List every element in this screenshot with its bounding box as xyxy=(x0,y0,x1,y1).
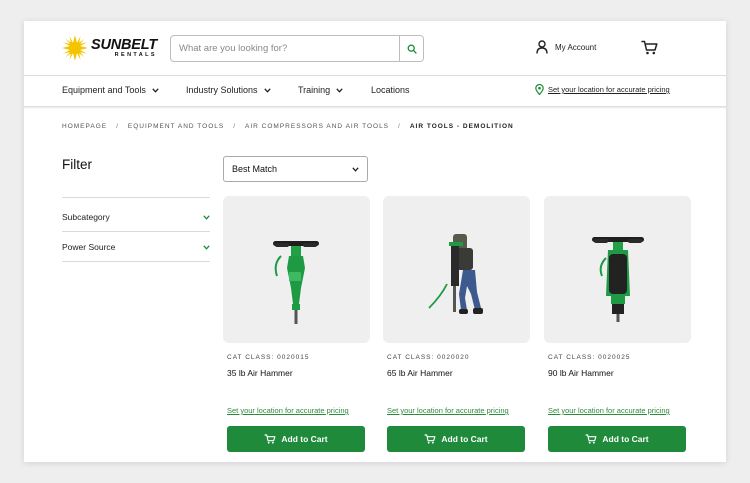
add-to-cart-button[interactable]: Add to Cart xyxy=(227,426,365,452)
product-image-35lb-air-hammer[interactable] xyxy=(223,196,370,343)
brand-sub: RENTALS xyxy=(114,52,157,58)
air-hammer-operator-illustration xyxy=(428,234,483,314)
product-card[interactable]: CAT CLASS: 0020025 90 lb Air Hammer Set … xyxy=(544,196,691,452)
air-hammer-illustration xyxy=(592,237,644,322)
nav-equipment-and-tools[interactable]: Equipment and Tools xyxy=(62,85,159,95)
set-location-pricing-link[interactable]: Set your location for accurate pricing xyxy=(387,406,509,415)
chevron-down-icon xyxy=(336,87,343,93)
chevron-down-icon xyxy=(263,87,271,93)
breadcrumb-separator: / xyxy=(398,123,401,130)
set-location-label: Set your location for accurate pricing xyxy=(548,85,670,94)
breadcrumb: HOMEPAGE / EQUIPMENT AND TOOLS / AIR COM… xyxy=(62,123,514,130)
cart-icon xyxy=(641,40,658,55)
chevron-down-icon xyxy=(203,214,210,220)
search-icon xyxy=(407,44,417,54)
breadcrumb-air-compressors[interactable]: AIR COMPRESSORS AND AIR TOOLS xyxy=(245,123,389,130)
filter-power-source[interactable]: Power Source xyxy=(62,242,210,252)
nav-label: Training xyxy=(298,85,331,95)
cart-button[interactable] xyxy=(641,40,658,60)
breadcrumb-separator: / xyxy=(233,123,237,130)
add-to-cart-label: Add to Cart xyxy=(602,434,649,444)
filter-divider xyxy=(62,197,210,198)
product-image-65lb-air-hammer[interactable] xyxy=(383,196,530,343)
cart-icon xyxy=(424,434,436,444)
filter-divider xyxy=(62,231,210,232)
nav-label: Industry Solutions xyxy=(186,85,258,95)
cart-icon xyxy=(585,434,597,444)
chevron-down-icon xyxy=(203,244,210,250)
sort-selected-value: Best Match xyxy=(232,164,278,174)
product-name[interactable]: 90 lb Air Hammer xyxy=(548,368,691,378)
set-location-link[interactable]: Set your location for accurate pricing xyxy=(535,84,670,95)
filter-subcategory-label: Subcategory xyxy=(62,212,110,222)
breadcrumb-homepage[interactable]: HOMEPAGE xyxy=(62,123,107,130)
filter-title: Filter xyxy=(62,157,92,172)
product-card[interactable]: CAT CLASS: 0020020 65 lb Air Hammer Set … xyxy=(383,196,530,452)
sun-logo-icon xyxy=(62,35,88,61)
nav-industry-solutions[interactable]: Industry Solutions xyxy=(186,85,271,95)
nav-shadow xyxy=(24,106,726,109)
product-image-90lb-air-hammer[interactable] xyxy=(544,196,691,343)
search-input[interactable] xyxy=(171,36,399,61)
chevron-down-icon xyxy=(352,166,359,172)
sort-select[interactable]: Best Match xyxy=(223,156,368,182)
page-frame: SUNBELT RENTALS My Account xyxy=(24,21,726,462)
add-to-cart-label: Add to Cart xyxy=(441,434,488,444)
add-to-cart-button[interactable]: Add to Cart xyxy=(548,426,686,452)
cat-class: CAT CLASS: 0020025 xyxy=(548,354,631,361)
cat-class: CAT CLASS: 0020015 xyxy=(227,354,310,361)
nav-label: Equipment and Tools xyxy=(62,85,146,95)
cart-icon xyxy=(264,434,276,444)
site-header: SUNBELT RENTALS My Account xyxy=(24,21,726,75)
main-nav: Equipment and Tools Industry Solutions T… xyxy=(24,76,726,106)
nav-label: Locations xyxy=(371,85,410,95)
location-pin-icon xyxy=(535,84,544,95)
brand-name: SUNBELT xyxy=(91,36,157,53)
search-bar xyxy=(170,35,424,62)
breadcrumb-separator: / xyxy=(116,123,119,130)
chevron-down-icon xyxy=(152,87,159,93)
filter-power-source-label: Power Source xyxy=(62,242,116,252)
breadcrumb-equipment-and-tools[interactable]: EQUIPMENT AND TOOLS xyxy=(128,123,224,130)
sunbelt-logo[interactable]: SUNBELT RENTALS xyxy=(62,35,157,61)
search-button[interactable] xyxy=(399,36,423,61)
product-name[interactable]: 35 lb Air Hammer xyxy=(227,368,370,378)
user-icon xyxy=(536,40,548,54)
filter-divider xyxy=(62,261,210,262)
nav-locations[interactable]: Locations xyxy=(371,85,410,95)
nav-training[interactable]: Training xyxy=(298,85,343,95)
add-to-cart-label: Add to Cart xyxy=(281,434,328,444)
cat-class: CAT CLASS: 0020020 xyxy=(387,354,470,361)
add-to-cart-button[interactable]: Add to Cart xyxy=(387,426,525,452)
breadcrumb-current: AIR TOOLS - DEMOLITION xyxy=(409,123,514,130)
filter-subcategory[interactable]: Subcategory xyxy=(62,212,210,222)
my-account-label: My Account xyxy=(555,42,597,52)
air-hammer-illustration xyxy=(273,241,319,324)
set-location-pricing-link[interactable]: Set your location for accurate pricing xyxy=(227,406,349,415)
my-account-link[interactable]: My Account xyxy=(536,40,596,54)
product-name[interactable]: 65 lb Air Hammer xyxy=(387,368,530,378)
product-card[interactable]: CAT CLASS: 0020015 35 lb Air Hammer Set … xyxy=(223,196,370,452)
set-location-pricing-link[interactable]: Set your location for accurate pricing xyxy=(548,406,670,415)
